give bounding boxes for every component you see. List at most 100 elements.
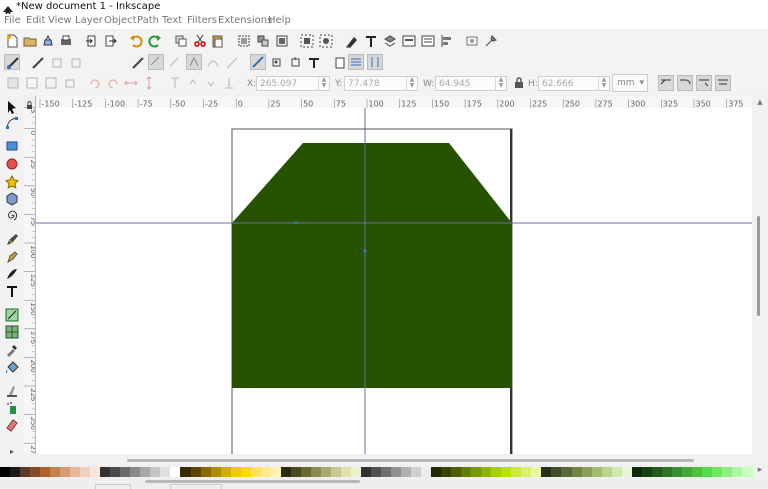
rotate-90-cw-icon[interactable] <box>106 76 120 90</box>
zoom-selection-icon[interactable] <box>300 34 314 48</box>
snap-midpoints-icon[interactable] <box>225 56 239 70</box>
width-field[interactable]: 64.945 ▲ ▼ <box>435 76 507 91</box>
menu-help[interactable]: Help <box>268 15 291 27</box>
select-all-icon[interactable] <box>6 76 20 90</box>
snap-bbox-edges-icon[interactable] <box>50 56 64 70</box>
pencil-tool-icon[interactable] <box>5 233 19 247</box>
rectangle-tool-icon[interactable] <box>5 139 19 153</box>
snap-smooth-nodes-icon[interactable] <box>206 56 220 70</box>
snap-grid-icon[interactable] <box>348 54 364 70</box>
flip-vertical-icon[interactable] <box>142 76 156 90</box>
drawing-canvas[interactable] <box>36 108 752 454</box>
paint-bucket-tool-icon[interactable] <box>5 360 19 374</box>
save-icon[interactable] <box>41 34 55 48</box>
palette-swatch[interactable] <box>741 467 753 477</box>
snap-others-icon[interactable] <box>250 54 266 70</box>
snap-page-border-icon[interactable] <box>333 56 347 70</box>
lower-icon[interactable] <box>204 76 218 90</box>
snap-bbox-icon[interactable] <box>31 56 45 70</box>
flip-horizontal-icon[interactable] <box>124 76 138 90</box>
width-spinner-icon[interactable]: ▲ ▼ <box>495 77 506 90</box>
raise-to-top-icon[interactable] <box>168 76 182 90</box>
rotate-ccw-icon[interactable] <box>63 76 77 90</box>
xml-editor-icon[interactable] <box>402 34 416 48</box>
open-file-icon[interactable] <box>23 34 37 48</box>
redo-icon[interactable] <box>148 34 162 48</box>
fill-stroke-icon[interactable] <box>345 34 359 48</box>
tweak-tool-icon[interactable] <box>5 384 19 398</box>
snap-rotation-center-icon[interactable] <box>289 56 303 70</box>
objects-panel-icon[interactable] <box>421 34 435 48</box>
snap-toggle-icon[interactable] <box>4 54 20 70</box>
align-distribute-icon[interactable] <box>440 34 454 48</box>
horizontal-scroll-thumb[interactable] <box>127 459 694 462</box>
snap-bbox-corners-icon[interactable] <box>69 56 83 70</box>
menu-path[interactable]: Path <box>137 15 159 27</box>
pen-tool-icon[interactable] <box>5 250 19 264</box>
menu-object[interactable]: Object <box>104 15 137 27</box>
selector-tool-icon[interactable] <box>5 100 19 114</box>
lower-to-bottom-icon[interactable] <box>222 76 236 90</box>
snap-cusp-nodes-icon[interactable] <box>186 54 202 70</box>
menu-filters[interactable]: Filters <box>187 15 217 27</box>
palette-scroll-thumb[interactable] <box>145 480 360 483</box>
paste-icon[interactable] <box>211 34 225 48</box>
move-patterns-icon[interactable] <box>715 75 731 91</box>
text-font-icon[interactable] <box>364 34 378 48</box>
vertical-scrollbar[interactable]: ▲ ◣ <box>752 96 768 462</box>
vertical-scroll-thumb[interactable] <box>757 216 760 316</box>
duplicate-icon[interactable] <box>174 34 188 48</box>
snap-nodes-icon[interactable] <box>131 56 145 70</box>
gradient-tool-icon[interactable] <box>5 308 19 322</box>
3d-box-tool-icon[interactable] <box>5 192 19 206</box>
print-icon[interactable] <box>59 34 73 48</box>
move-gradients-icon[interactable] <box>696 75 712 91</box>
x-spinner-icon[interactable]: ▲ ▼ <box>318 77 329 90</box>
deselect-icon[interactable] <box>44 76 58 90</box>
document-properties-icon[interactable] <box>465 34 479 48</box>
snap-paths-icon[interactable] <box>148 54 164 70</box>
snap-guides-icon[interactable] <box>367 54 383 70</box>
lock-proportions-icon[interactable] <box>512 76 526 90</box>
menu-view[interactable]: View <box>48 15 72 27</box>
snap-text-baseline-icon[interactable] <box>307 56 321 70</box>
menu-edit[interactable]: Edit <box>26 15 45 27</box>
snap-centers-icon[interactable] <box>270 56 284 70</box>
scale-radii-icon[interactable] <box>677 75 693 91</box>
menu-file[interactable]: File <box>4 15 21 27</box>
y-coordinate-field[interactable]: 77.478 ▲ ▼ <box>344 76 418 91</box>
select-all-layers-icon[interactable] <box>25 76 39 90</box>
group-icon[interactable] <box>237 34 251 48</box>
import-icon[interactable] <box>85 34 99 48</box>
y-spinner-icon[interactable]: ▲ ▼ <box>406 77 417 90</box>
ellipse-tool-icon[interactable] <box>5 157 19 171</box>
ungroup-icon[interactable] <box>256 34 270 48</box>
horizontal-scrollbar[interactable] <box>0 454 768 465</box>
calligraphy-tool-icon[interactable] <box>5 267 19 281</box>
scroll-up-icon[interactable]: ▲ <box>756 98 764 106</box>
mesh-tool-icon[interactable] <box>5 325 19 339</box>
height-spinner-icon[interactable]: ▲ ▼ <box>598 77 609 90</box>
cut-icon[interactable] <box>193 34 207 48</box>
menu-text[interactable]: Text <box>162 15 182 27</box>
spiral-tool-icon[interactable] <box>5 209 19 223</box>
layers-icon[interactable] <box>383 34 397 48</box>
text-tool-icon[interactable] <box>5 284 19 298</box>
export-icon[interactable] <box>103 34 117 48</box>
clone-icon[interactable] <box>275 34 289 48</box>
unit-select[interactable]: mm ▾ <box>612 74 648 92</box>
x-coordinate-field[interactable]: 265.097 ▲ ▼ <box>256 76 330 91</box>
zoom-drawing-icon[interactable] <box>319 34 333 48</box>
node-tool-icon[interactable] <box>5 116 19 130</box>
raise-icon[interactable] <box>186 76 200 90</box>
green-shape[interactable] <box>232 143 512 388</box>
palette-menu-icon[interactable]: ▸ <box>754 465 766 477</box>
dropper-tool-icon[interactable] <box>5 343 19 357</box>
spray-tool-icon[interactable] <box>5 401 19 415</box>
menu-layer[interactable]: Layer <box>75 15 103 27</box>
undo-icon[interactable] <box>129 34 143 48</box>
rotate-90-ccw-icon[interactable] <box>88 76 102 90</box>
height-field[interactable]: 62.666 ▲ ▼ <box>538 76 610 91</box>
menu-extensions[interactable]: Extensions <box>218 15 272 27</box>
new-document-icon[interactable] <box>5 34 19 48</box>
